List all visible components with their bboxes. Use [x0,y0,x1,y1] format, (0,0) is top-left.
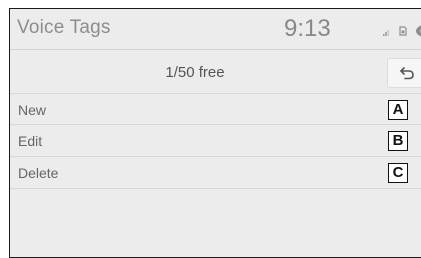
phone-icon [416,25,421,37]
menu-item-new[interactable]: New A [10,93,421,125]
sim-icon [399,26,407,36]
signal-icon [383,30,389,36]
callout-label-a: A [388,100,408,120]
voice-tag-menu: New A Edit B Delete C [10,93,421,189]
status-bar: Voice Tags 9:13 [10,9,421,49]
clock: 9:13 [284,15,331,42]
menu-item-label: New [18,102,47,118]
voice-tag-count-row: 1/50 free [10,50,421,96]
callout-label-c: C [388,163,408,183]
menu-item-label: Delete [18,165,59,181]
back-button[interactable] [387,58,421,88]
screen-title: Voice Tags [17,17,111,38]
free-count-label: 1/50 free [165,64,225,81]
callout-label-b: B [388,131,408,151]
back-arrow-icon [400,67,414,80]
menu-item-label: Edit [18,133,43,149]
voice-tags-screen: Voice Tags 9:13 1/50 free New A Edit B D… [9,8,421,258]
menu-item-delete[interactable]: Delete C [10,157,421,189]
menu-item-edit[interactable]: Edit B [10,125,421,157]
